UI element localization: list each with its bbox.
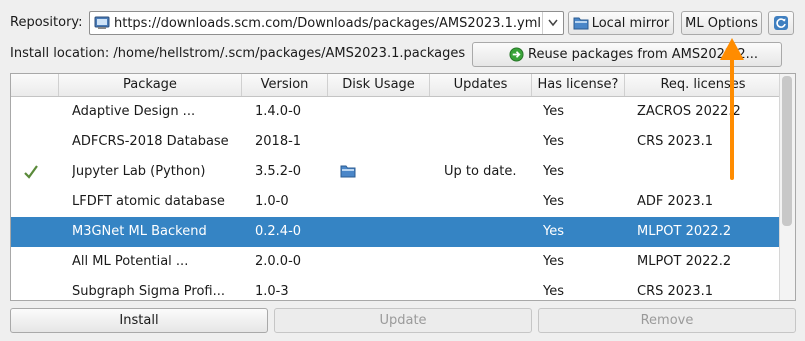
version-cell: 2018-1 (255, 134, 302, 149)
col-header-installed[interactable] (11, 74, 59, 96)
refresh-button[interactable] (768, 11, 794, 35)
col-header-disk-usage[interactable]: Disk Usage (328, 74, 430, 96)
table-header: Package Version Disk Usage Updates Has l… (11, 74, 781, 97)
updates-cell (444, 217, 532, 247)
package-cell: Adaptive Design ... (72, 104, 196, 119)
license-cell: Yes (543, 284, 564, 299)
version-cell: 0.2.4-0 (255, 224, 302, 239)
chevron-down-icon[interactable] (542, 12, 563, 34)
req-cell: ADF 2023.1 (637, 194, 714, 209)
version-cell: 1.0-0 (255, 194, 289, 209)
installed-cell (11, 217, 59, 247)
arrow-right-circle-icon (509, 47, 524, 62)
license-cell: Yes (543, 194, 564, 209)
ml-options-button[interactable]: ML Options (681, 11, 762, 35)
installed-cell (11, 157, 59, 187)
local-mirror-label: Local mirror (591, 15, 670, 31)
ml-options-label: ML Options (685, 15, 758, 31)
license-cell: Yes (543, 104, 564, 119)
table-row[interactable]: Subgraph Sigma Profi... 1.0-3 Yes CRS 2023.… (11, 277, 781, 300)
table-row[interactable]: M3GNet ML Backend 0.2.4-0 Yes MLPOT 2022.2 (11, 217, 781, 247)
annotation-arrow-icon (720, 38, 744, 180)
package-cell: Subgraph Sigma Profi... (72, 284, 226, 299)
folder-icon[interactable] (340, 164, 356, 178)
installed-cell (11, 187, 59, 217)
col-header-package[interactable]: Package (59, 74, 242, 96)
packages-table[interactable]: Package Version Disk Usage Updates Has l… (10, 73, 796, 301)
update-button[interactable]: Update (274, 308, 532, 333)
disk-usage-cell (340, 157, 430, 187)
version-cell: 3.5.2-0 (255, 164, 302, 179)
repository-label: Repository: (10, 15, 83, 30)
table-row[interactable]: LFDFT atomic database 1.0-0 Yes ADF 2023.1 (11, 187, 781, 217)
col-header-req-licenses[interactable]: Req. licenses (625, 74, 781, 96)
disk-usage-cell (340, 97, 430, 127)
remove-button[interactable]: Remove (538, 308, 796, 333)
package-cell: LFDFT atomic database (72, 194, 225, 209)
remove-label: Remove (640, 313, 694, 328)
license-cell: Yes (543, 164, 564, 179)
disk-usage-cell (340, 217, 430, 247)
disk-usage-cell (340, 127, 430, 157)
install-location-label: Install location: /home/hellstrom/.scm/p… (10, 46, 466, 61)
version-cell: 2.0.0-0 (255, 254, 302, 269)
install-location-path: /home/hellstrom/.scm/packages/AMS2023.1.… (113, 46, 466, 61)
disk-usage-cell (340, 187, 430, 217)
repository-combobox[interactable]: https://downloads.scm.com/Downloads/pack… (89, 11, 564, 35)
version-cell: 1.0-3 (255, 284, 289, 299)
package-cell: ADFCRS-2018 Database (72, 134, 229, 149)
refresh-icon (773, 15, 789, 31)
local-mirror-button[interactable]: Local mirror (568, 11, 674, 35)
update-label: Update (379, 313, 427, 328)
req-cell: MLPOT 2022.2 (637, 224, 732, 239)
updates-cell (444, 127, 532, 157)
disk-usage-cell (340, 277, 430, 300)
license-cell: Yes (543, 134, 564, 149)
table-scrollbar[interactable] (779, 74, 795, 300)
updates-cell (444, 97, 532, 127)
updates-cell: Up to date. (444, 164, 517, 179)
req-cell: MLPOT 2022.2 (637, 254, 732, 269)
installed-cell (11, 127, 59, 157)
col-header-updates[interactable]: Updates (430, 74, 532, 96)
repository-icon (94, 15, 110, 31)
folder-icon (573, 16, 589, 30)
col-header-version[interactable]: Version (242, 74, 328, 96)
package-cell: All ML Potential ... (72, 254, 189, 269)
req-cell: ZACROS 2022.2 (637, 104, 741, 119)
scrollbar-thumb[interactable] (782, 76, 792, 226)
installed-cell (11, 247, 59, 277)
install-button[interactable]: Install (10, 308, 268, 333)
install-label: Install (119, 313, 159, 328)
package-cell: M3GNet ML Backend (72, 224, 207, 239)
table-row[interactable]: Jupyter Lab (Python) 3.5.2-0 Up to date. Ye… (11, 157, 781, 187)
license-cell: Yes (543, 254, 564, 269)
checkmark-icon (23, 164, 39, 180)
req-cell: CRS 2023.1 (637, 134, 713, 149)
installed-cell (11, 97, 59, 127)
req-cell (637, 157, 781, 187)
disk-usage-cell (340, 247, 430, 277)
version-cell: 1.4.0-0 (255, 104, 302, 119)
package-cell: Jupyter Lab (Python) (72, 164, 206, 179)
updates-cell (444, 247, 532, 277)
license-cell: Yes (543, 224, 564, 239)
col-header-has-license[interactable]: Has license? (532, 74, 625, 96)
updates-cell (444, 187, 532, 217)
installed-cell (11, 277, 59, 300)
req-cell: CRS 2023.1 (637, 284, 713, 299)
table-row[interactable]: ADFCRS-2018 Database 2018-1 Yes CRS 2023.1 (11, 127, 781, 157)
table-row[interactable]: Adaptive Design ... 1.4.0-0 Yes ZACROS 2022… (11, 97, 781, 127)
updates-cell (444, 277, 532, 300)
table-row[interactable]: All ML Potential ... 2.0.0-0 Yes MLPOT 2022… (11, 247, 781, 277)
repository-url: https://downloads.scm.com/Downloads/pack… (114, 15, 541, 31)
